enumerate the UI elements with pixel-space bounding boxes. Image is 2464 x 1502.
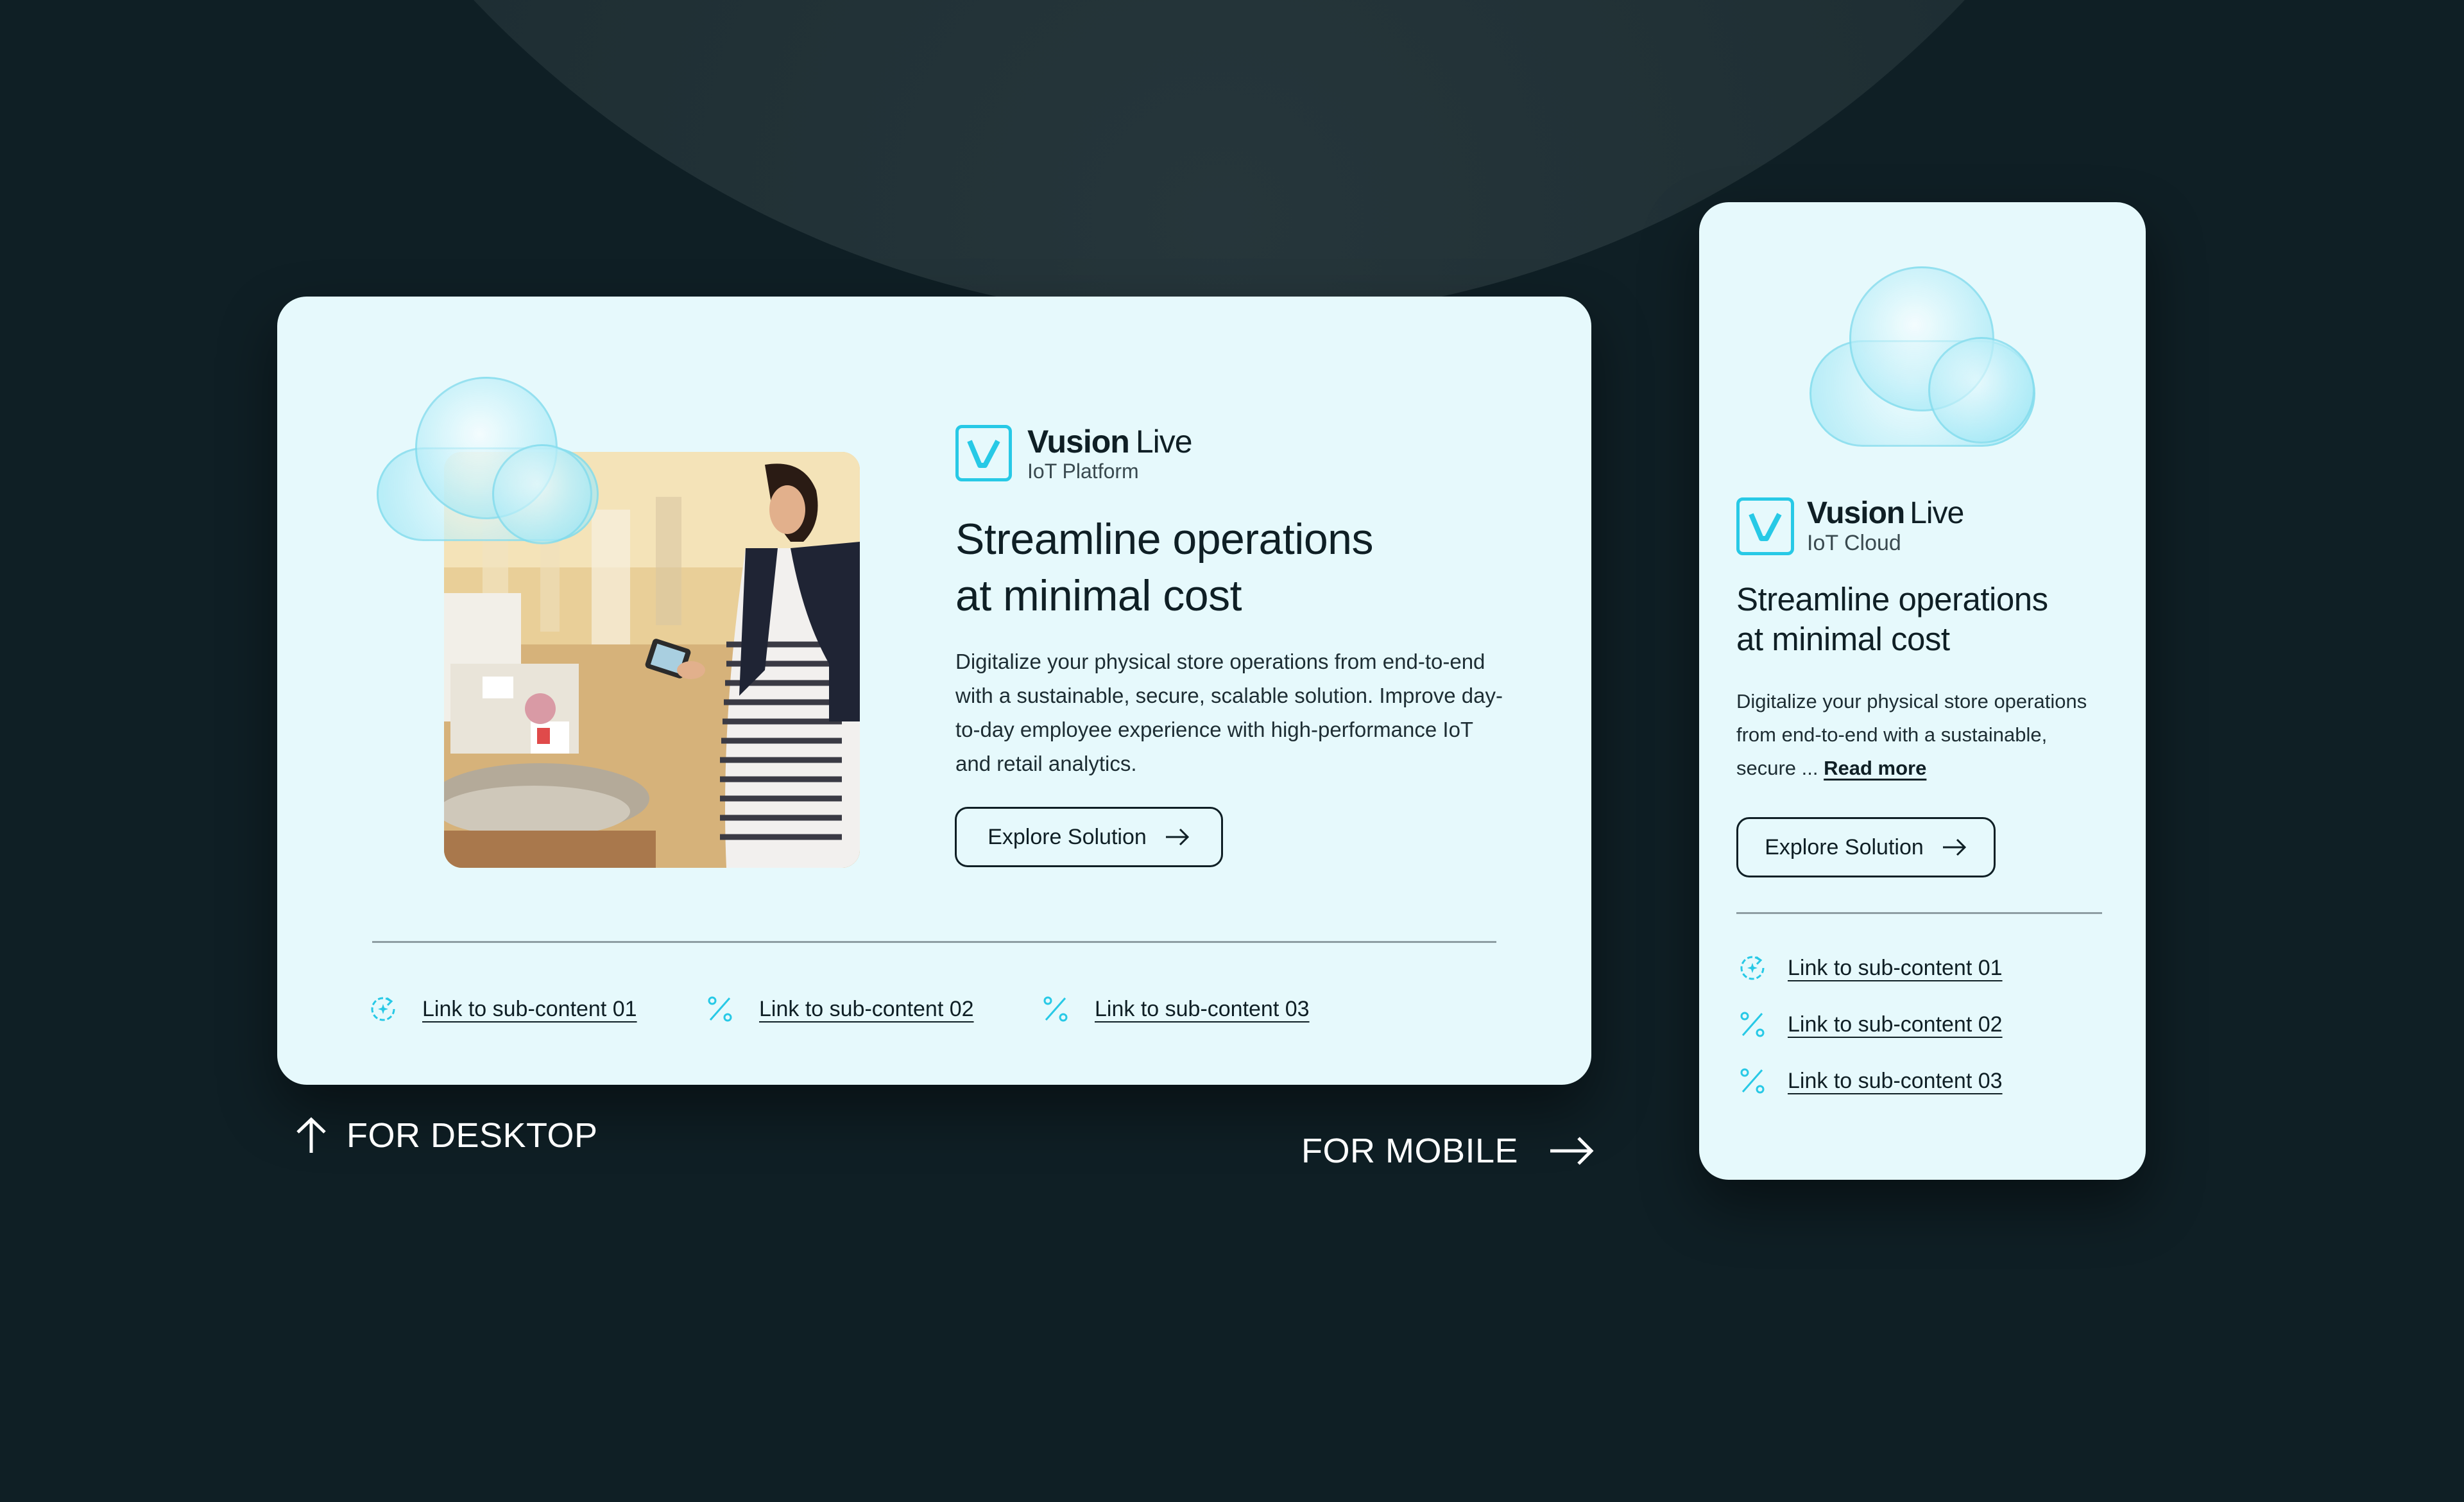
link-label: Link to sub-content 02 <box>1788 1012 2003 1037</box>
arrow-right-icon <box>1550 1137 1594 1165</box>
cloud-illustration <box>377 377 599 544</box>
for-mobile-caption: FOR MOBILE <box>1301 1131 1595 1171</box>
brand-subtitle: IoT Platform <box>1027 460 1139 483</box>
divider <box>1736 912 2102 914</box>
link-label: Link to sub-content 03 <box>1788 1068 2003 1093</box>
link-label: Link to sub-content 03 <box>1095 996 1310 1021</box>
sub-content-link-03[interactable]: Link to sub-content 03 <box>1736 1065 2003 1097</box>
refresh-sparkle-icon <box>1740 956 1765 980</box>
cloud-illustration <box>1810 266 2035 453</box>
button-label: Explore Solution <box>988 824 1147 849</box>
brand-subtitle: IoT Cloud <box>1807 531 1901 555</box>
link-label: Link to sub-content 01 <box>1788 955 2003 980</box>
sub-content-link-02[interactable]: Link to sub-content 02 <box>1736 1008 2003 1040</box>
vusion-logo-icon <box>955 425 1012 481</box>
mobile-brand: Vusion Live IoT Cloud <box>1736 497 1964 556</box>
mobile-card: Vusion Live IoT Cloud Streamline operatio… <box>1699 202 2146 1180</box>
brand-name: Vusion Live <box>1807 496 1964 530</box>
percent-icon <box>708 996 732 1022</box>
sub-content-link-01[interactable]: Link to sub-content 01 <box>367 993 637 1025</box>
read-more-link[interactable]: Read more <box>1824 757 1926 779</box>
arrow-right-icon <box>1942 838 1966 856</box>
percent-icon <box>1043 996 1068 1022</box>
explore-solution-button[interactable]: Explore Solution <box>1736 817 1996 877</box>
button-label: Explore Solution <box>1765 834 1924 859</box>
divider <box>372 941 1496 943</box>
arrow-right-icon <box>1165 828 1189 846</box>
arrow-up-icon <box>296 1117 326 1153</box>
vusion-logo-icon <box>1736 497 1794 555</box>
page-title: Streamline operations at minimal cost <box>955 515 1373 620</box>
sub-content-link-03[interactable]: Link to sub-content 03 <box>1040 993 1310 1025</box>
explore-solution-button[interactable]: Explore Solution <box>955 807 1223 867</box>
desktop-brand: Vusion Live IoT Platform <box>955 424 1193 483</box>
sub-content-link-02[interactable]: Link to sub-content 02 <box>704 993 974 1025</box>
desktop-card: Vusion Live IoT Platform Streamline opera… <box>277 297 1591 1085</box>
percent-icon <box>1740 1012 1765 1037</box>
brand-name: Vusion Live <box>1027 424 1193 460</box>
link-label: Link to sub-content 02 <box>759 996 974 1021</box>
page-title: Streamline operations at minimal cost <box>1736 581 2048 657</box>
description-text: Digitalize your physical store operation… <box>1736 685 2096 785</box>
link-label: Link to sub-content 01 <box>422 996 637 1021</box>
description-text: Digitalize your physical store operation… <box>955 650 1503 775</box>
percent-icon <box>1740 1068 1765 1094</box>
sub-content-link-01[interactable]: Link to sub-content 01 <box>1736 952 2003 984</box>
for-desktop-caption: FOR DESKTOP <box>294 1116 598 1155</box>
refresh-sparkle-icon <box>371 997 395 1021</box>
